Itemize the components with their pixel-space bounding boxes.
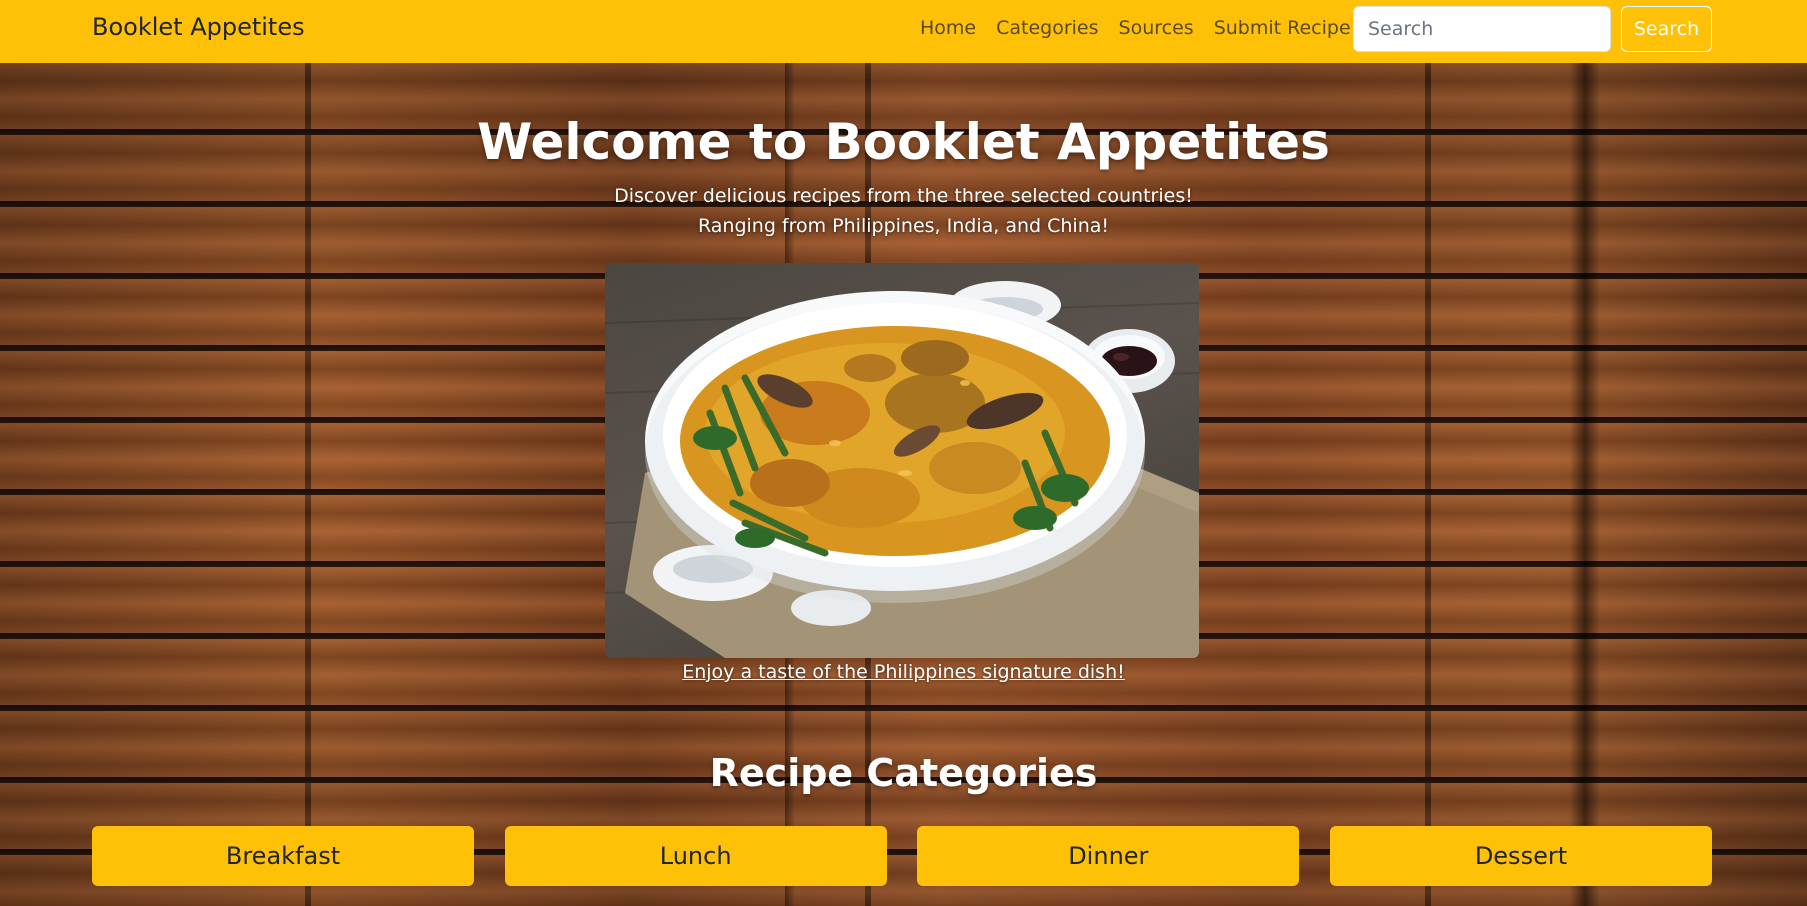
featured-dish-link[interactable]: Enjoy a taste of the Philippines signatu…	[0, 661, 1807, 683]
featured-dish-image	[605, 263, 1199, 658]
search-input[interactable]	[1353, 6, 1611, 52]
search-button[interactable]: Search	[1621, 6, 1712, 52]
hero-title: Welcome to Booklet Appetites	[477, 113, 1330, 171]
category-lunch-button[interactable]: Lunch	[504, 826, 887, 886]
category-dinner-button[interactable]: Dinner	[917, 826, 1300, 886]
categories-title: Recipe Categories	[709, 751, 1098, 795]
category-list: Breakfast Lunch Dinner Dessert	[92, 826, 1712, 886]
category-breakfast-button[interactable]: Breakfast	[92, 826, 474, 886]
nav-link-submit-recipe[interactable]: Submit Recipe	[1204, 17, 1361, 39]
hero-subtitle-line1: Discover delicious recipes from the thre…	[614, 185, 1193, 207]
brand-logo-text[interactable]: Booklet Appetites	[92, 13, 305, 41]
hero-subtitle-line2: Ranging from Philippines, India, and Chi…	[697, 215, 1110, 237]
top-navbar: Booklet Appetites Home Categories Source…	[0, 0, 1807, 63]
nav-link-categories[interactable]: Categories	[986, 17, 1108, 39]
category-dessert-button[interactable]: Dessert	[1329, 826, 1712, 886]
nav-link-sources[interactable]: Sources	[1109, 17, 1204, 39]
kare-kare-illustration	[605, 281, 1199, 658]
nav-link-home[interactable]: Home	[910, 17, 986, 39]
nav-links: Home Categories Sources Submit Recipe	[910, 17, 1361, 39]
